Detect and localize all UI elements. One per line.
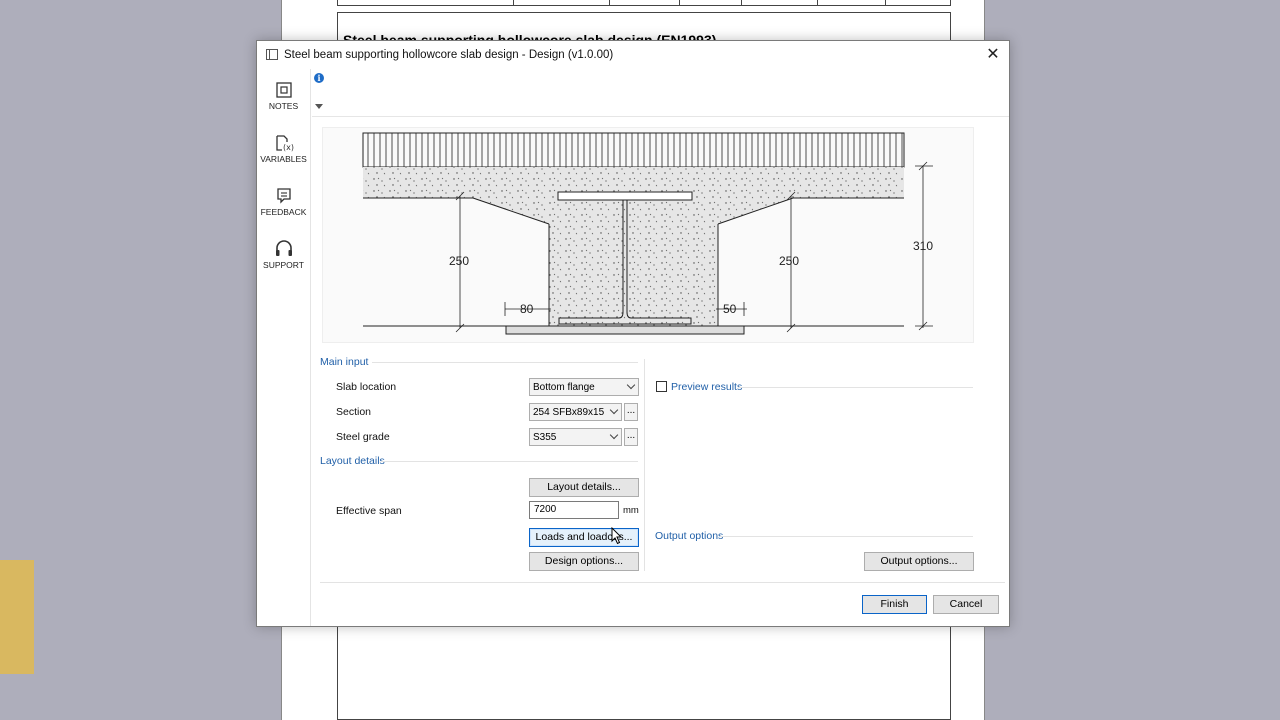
sticky-note [0, 560, 34, 674]
dim-right-height: 250 [779, 254, 799, 268]
dim-left-height: 250 [449, 254, 469, 268]
variables-icon: (x) [275, 135, 294, 152]
sidebar: NOTES (x) VARIABLES FEEDBACK SUPPORT [257, 69, 311, 626]
beam-section-diagram: 250 250 310 80 50 [322, 127, 974, 343]
dim-left-bearing: 80 [520, 302, 534, 316]
notes-icon [275, 82, 292, 98]
feedback-icon [276, 188, 291, 204]
slab-location-dropdown[interactable]: Bottom flange [529, 378, 639, 396]
support-icon [275, 240, 292, 256]
preview-results-label[interactable]: Preview results [671, 381, 742, 393]
main-input-heading: Main input [320, 356, 369, 368]
steel-grade-dropdown[interactable]: S355 [529, 428, 622, 446]
sidebar-item-label: NOTES [268, 101, 299, 111]
column-separator [644, 359, 645, 571]
section-label: Section [336, 406, 372, 418]
chevron-down-icon [609, 405, 619, 415]
steel-grade-label: Steel grade [336, 431, 390, 443]
design-options-button[interactable]: Design options... [529, 552, 639, 571]
separator [381, 461, 638, 462]
output-options-heading: Output options [655, 530, 724, 542]
section-dropdown[interactable]: 254 SFBx89x15 [529, 403, 622, 421]
separator [720, 536, 973, 537]
titlebar[interactable]: Steel beam supporting hollowcore slab de… [257, 41, 1009, 69]
separator [372, 362, 638, 363]
layout-details-heading: Layout details [320, 455, 385, 467]
section-browse-button[interactable]: ... [624, 403, 638, 421]
close-button[interactable]: ✕ [981, 44, 1005, 66]
window-icon [266, 49, 278, 60]
cancel-button[interactable]: Cancel [933, 595, 999, 614]
sidebar-item-notes[interactable]: NOTES [257, 81, 310, 127]
chevron-down-icon [626, 380, 636, 390]
effective-span-unit: mm [623, 505, 639, 516]
info-strip: i [312, 69, 1009, 117]
section-value: 254 SFBx89x15 [533, 407, 605, 418]
design-dialog: Steel beam supporting hollowcore slab de… [256, 40, 1010, 627]
sidebar-item-label: FEEDBACK [260, 207, 307, 217]
expand-arrow-icon[interactable] [315, 104, 323, 109]
separator [738, 387, 973, 388]
sidebar-item-support[interactable]: SUPPORT [257, 240, 310, 286]
sidebar-item-variables[interactable]: (x) VARIABLES [257, 134, 310, 180]
effective-span-label: Effective span [336, 505, 402, 517]
mouse-cursor-icon [611, 527, 623, 545]
slab-location-value: Bottom flange [533, 382, 595, 393]
sidebar-item-label: VARIABLES [260, 154, 307, 164]
effective-span-input[interactable]: 7200 [529, 501, 619, 519]
beam-section-drawing: 250 250 310 80 50 [362, 132, 933, 335]
footer-separator [320, 582, 1005, 583]
dim-total-height: 310 [913, 239, 933, 253]
layout-details-button[interactable]: Layout details... [529, 478, 639, 497]
chevron-down-icon [609, 430, 619, 440]
info-icon[interactable]: i [314, 73, 324, 83]
dialog-title: Steel beam supporting hollowcore slab de… [284, 49, 614, 61]
preview-results-checkbox[interactable] [656, 381, 667, 392]
sidebar-item-label: SUPPORT [263, 260, 304, 270]
doc-table [337, 0, 951, 6]
steel-grade-value: S355 [533, 432, 557, 443]
finish-button[interactable]: Finish [862, 595, 927, 614]
sidebar-item-feedback[interactable]: FEEDBACK [257, 187, 310, 233]
output-options-button[interactable]: Output options... [864, 552, 974, 571]
steel-grade-browse-button[interactable]: ... [624, 428, 638, 446]
svg-text:(x): (x) [283, 143, 294, 152]
slab-location-label: Slab location [336, 381, 397, 393]
dim-right-bearing: 50 [723, 302, 737, 316]
